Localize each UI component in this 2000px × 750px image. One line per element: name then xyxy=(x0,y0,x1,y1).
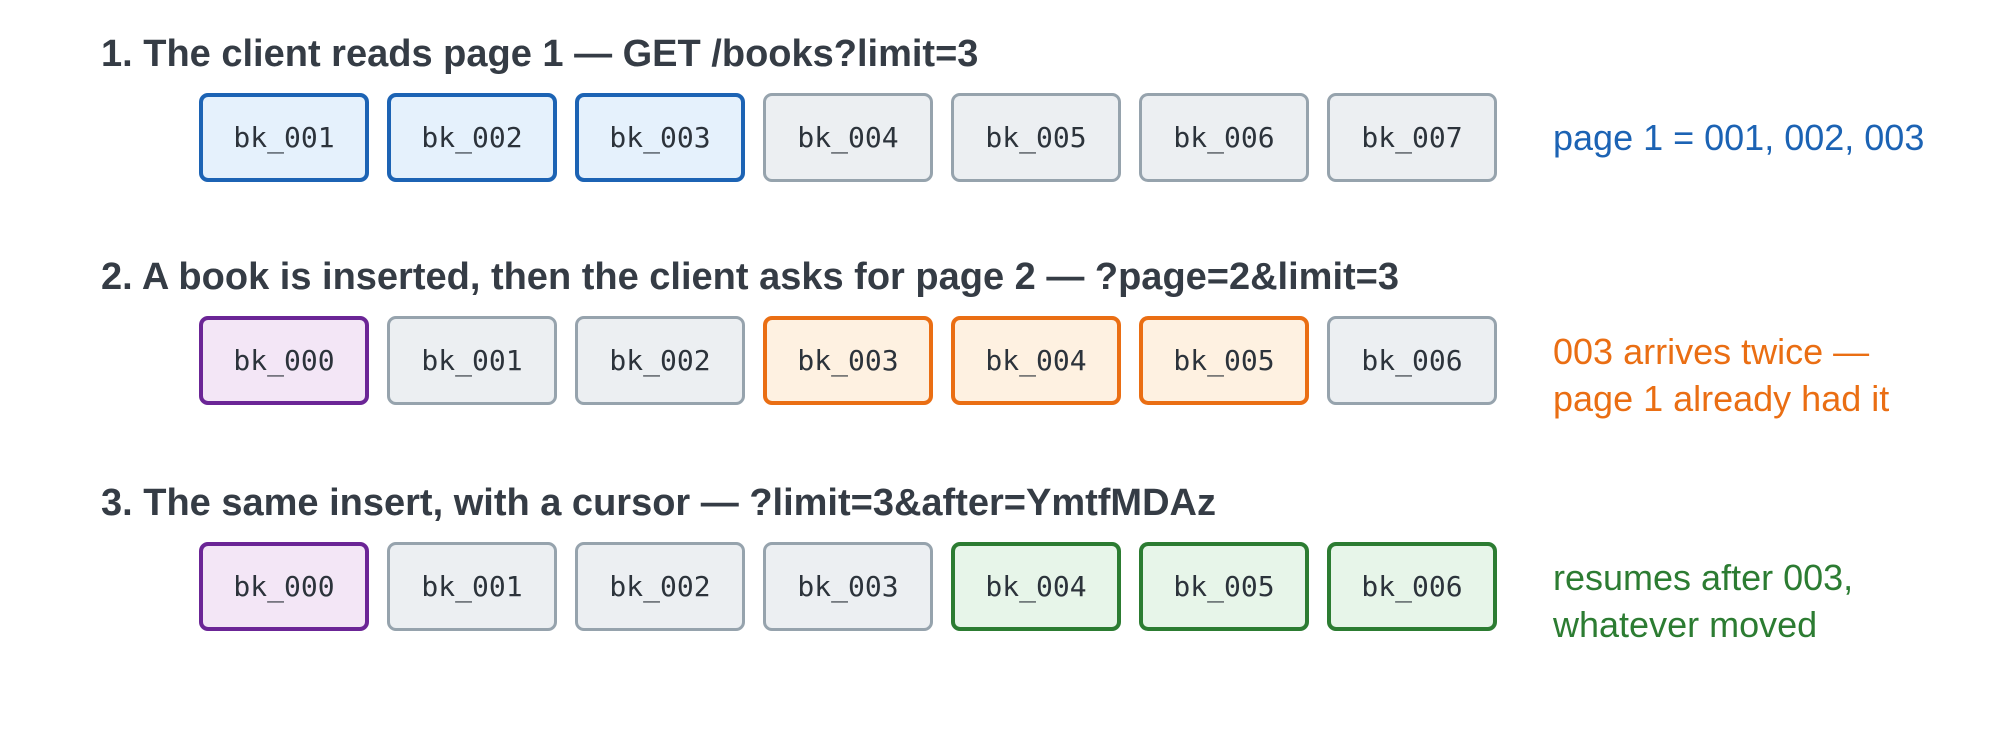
record-box: bk_001 xyxy=(199,93,369,182)
step-1-note: page 1 = 001, 002, 003 xyxy=(1553,114,1924,161)
record-box: bk_003 xyxy=(763,542,933,631)
record-box: bk_003 xyxy=(575,93,745,182)
step-2-heading: 2. A book is inserted, then the client a… xyxy=(101,256,1399,298)
record-box: bk_004 xyxy=(951,316,1121,405)
note-line: page 1 already had it xyxy=(1553,378,1890,419)
record-box: bk_006 xyxy=(1327,542,1497,631)
record-box: bk_000 xyxy=(199,316,369,405)
step-2-note: 003 arrives twice — page 1 already had i… xyxy=(1553,328,1889,422)
record-box: bk_005 xyxy=(1139,316,1309,405)
record-box: bk_001 xyxy=(387,316,557,405)
record-box: bk_005 xyxy=(951,93,1121,182)
record-box: bk_004 xyxy=(951,542,1121,631)
record-box: bk_002 xyxy=(575,542,745,631)
step-3-note: resumes after 003, whatever moved xyxy=(1553,554,1853,648)
step-3-record-row: bk_000 bk_001 bk_002 bk_003 bk_004 bk_00… xyxy=(199,542,1499,631)
step-2-record-row: bk_000 bk_001 bk_002 bk_003 bk_004 bk_00… xyxy=(199,316,1499,405)
record-box: bk_004 xyxy=(763,93,933,182)
record-box: bk_005 xyxy=(1139,542,1309,631)
note-line: 003 arrives twice — xyxy=(1553,331,1870,372)
step-1-record-row: bk_001 bk_002 bk_003 bk_004 bk_005 bk_00… xyxy=(199,93,1499,182)
step-3-heading: 3. The same insert, with a cursor — ?lim… xyxy=(101,482,1216,524)
record-box: bk_000 xyxy=(199,542,369,631)
record-box: bk_002 xyxy=(575,316,745,405)
record-box: bk_006 xyxy=(1139,93,1309,182)
note-line: page 1 = 001, 002, 003 xyxy=(1553,117,1925,158)
record-box: bk_002 xyxy=(387,93,557,182)
record-box: bk_001 xyxy=(387,542,557,631)
step-1-heading: 1. The client reads page 1 — GET /books?… xyxy=(101,33,979,75)
record-box: bk_007 xyxy=(1327,93,1497,182)
record-box: bk_006 xyxy=(1327,316,1497,405)
note-line: whatever moved xyxy=(1553,604,1818,645)
note-line: resumes after 003, xyxy=(1553,557,1854,598)
record-box: bk_003 xyxy=(763,316,933,405)
